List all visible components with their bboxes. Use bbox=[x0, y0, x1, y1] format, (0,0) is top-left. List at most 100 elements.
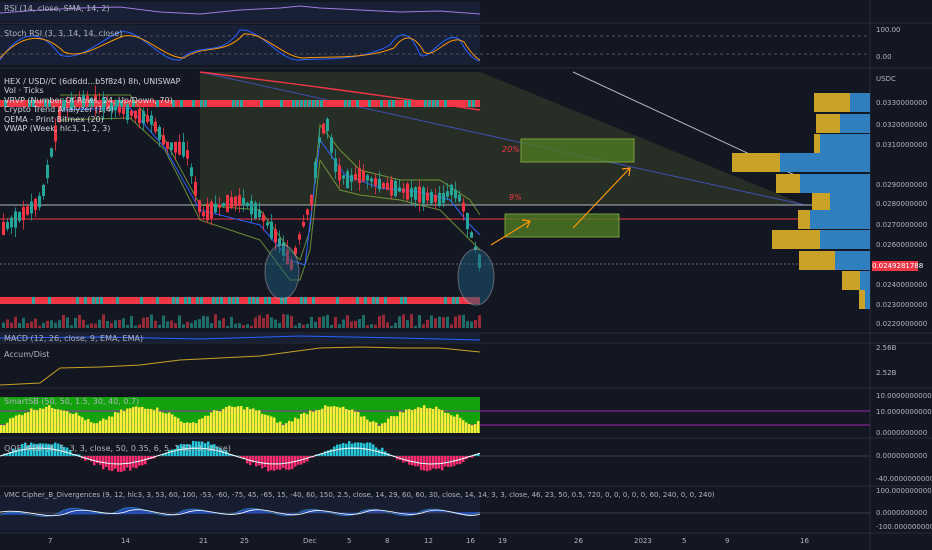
smartsb-bar bbox=[225, 407, 228, 433]
volume-bar bbox=[202, 315, 205, 328]
smartsb-bar bbox=[285, 423, 288, 433]
volume-bar bbox=[314, 321, 317, 328]
band-segment bbox=[444, 100, 447, 107]
candle-body bbox=[318, 137, 321, 143]
candle-body bbox=[334, 158, 337, 172]
smartsb-bar bbox=[33, 409, 36, 433]
candle-body bbox=[254, 202, 257, 219]
volume-bar bbox=[250, 325, 253, 328]
price-tick: 0.0330000000 bbox=[876, 99, 928, 107]
volume-bar bbox=[166, 321, 169, 328]
qqe-bar bbox=[381, 447, 384, 456]
band-segment bbox=[364, 297, 367, 304]
volume-bar bbox=[378, 316, 381, 328]
candle-body bbox=[278, 238, 281, 246]
volume-bar bbox=[302, 324, 305, 328]
band-segment bbox=[372, 297, 375, 304]
date-tick: 5 bbox=[682, 537, 687, 545]
vrvp-down-bar bbox=[842, 271, 860, 290]
volume-bar bbox=[310, 316, 313, 328]
smartsb-bar bbox=[396, 416, 399, 433]
candle-body bbox=[386, 183, 389, 190]
volume-bar bbox=[82, 319, 85, 328]
volume-bar bbox=[438, 316, 441, 328]
macd-label[interactable]: MACD (12, 26, close, 9, EMA, EMA) bbox=[4, 334, 143, 343]
smartsb-bar bbox=[318, 409, 321, 433]
vmc-label[interactable]: VMC Cipher_B_Divergences (9, 12, hlc3, 3… bbox=[4, 491, 715, 499]
smartsb-bar bbox=[330, 406, 333, 433]
band-segment bbox=[180, 100, 183, 107]
candle-body bbox=[354, 174, 357, 180]
qqe-axis-neg: -40.0000000000 bbox=[876, 475, 932, 483]
candle-body bbox=[310, 194, 313, 206]
accum-axis-top: 2.56B bbox=[876, 344, 897, 352]
volume-bar bbox=[286, 314, 289, 328]
chart-window: { "symbol": "HEX / USD//C (6d6dd...b5f8z… bbox=[0, 0, 932, 550]
date-tick: 8 bbox=[385, 537, 390, 545]
volume-bar bbox=[430, 315, 433, 328]
band-segment bbox=[300, 297, 303, 304]
qqe-bar bbox=[405, 456, 408, 462]
volume-bar bbox=[106, 320, 109, 328]
smartsb-bar bbox=[189, 422, 192, 433]
smartsb-bar bbox=[237, 406, 240, 433]
band-segment bbox=[392, 100, 395, 107]
band-segment bbox=[212, 297, 215, 304]
indicator-qema[interactable]: QEMA - Print Bitmex (20) bbox=[4, 115, 173, 125]
smartsb-bar bbox=[279, 421, 282, 433]
candle-body bbox=[346, 171, 349, 189]
date-tick: 12 bbox=[424, 537, 433, 545]
band-segment bbox=[196, 297, 199, 304]
smartsb-bar bbox=[339, 407, 342, 433]
volume-bar bbox=[382, 314, 385, 328]
volume-bar bbox=[10, 322, 13, 328]
volume-bar bbox=[234, 323, 237, 328]
stoch-rsi-label[interactable]: Stoch RSI (3, 3, 14, 14, close) bbox=[4, 29, 122, 38]
symbol-title[interactable]: HEX / USD//C (6d6dd...b5f8z4) 8h, UNISWA… bbox=[4, 77, 180, 86]
volume-bar bbox=[222, 318, 225, 328]
candle-body bbox=[174, 141, 177, 153]
smartsb-bar bbox=[252, 408, 255, 433]
volume-bar bbox=[150, 314, 153, 328]
smartsb-bar bbox=[426, 408, 429, 433]
indicator-vol[interactable]: Vol · Ticks bbox=[4, 86, 173, 96]
candle-body bbox=[442, 192, 445, 204]
smartsb-label[interactable]: SmartSB (50, 50, 1.5, 30, 40, 0.7) bbox=[4, 397, 139, 406]
vmc-axis-zero: 0.0000000000 bbox=[876, 509, 928, 517]
volume-bar bbox=[42, 322, 45, 328]
accum-label[interactable]: Accum/Dist bbox=[4, 350, 49, 359]
qqe-label[interactable]: QQE MOD (6, 5, 3, 3, close, 50, 0.35, 6,… bbox=[4, 444, 231, 453]
smartsb-bar bbox=[57, 409, 60, 433]
volume-bar bbox=[318, 317, 321, 328]
band-segment bbox=[200, 100, 203, 107]
band-segment bbox=[308, 100, 311, 107]
volume-bar bbox=[478, 315, 481, 328]
smartsb-bar bbox=[9, 418, 12, 433]
indicator-vwap[interactable]: VWAP (Week, hlc3, 1, 2, 3) bbox=[4, 124, 173, 134]
vrvp-down-bar bbox=[812, 193, 830, 212]
date-tick: 21 bbox=[199, 537, 208, 545]
candle-body bbox=[206, 203, 209, 221]
vrvp-down-bar bbox=[772, 230, 820, 249]
vrvp-up-bar bbox=[860, 271, 870, 290]
band-segment bbox=[424, 100, 427, 107]
candle-body bbox=[458, 194, 461, 202]
candle-body bbox=[170, 142, 173, 150]
candle-body bbox=[198, 200, 201, 213]
smartsb-bar bbox=[126, 408, 129, 433]
smartsb-bar bbox=[54, 409, 57, 433]
volume-bar bbox=[410, 314, 413, 328]
volume-bar bbox=[86, 324, 89, 328]
smartsb-bar bbox=[84, 420, 87, 433]
smartsb-bar bbox=[120, 409, 123, 433]
smartsb-bar bbox=[474, 424, 477, 433]
vrvp-up-bar bbox=[810, 210, 870, 229]
smartsb-bar bbox=[99, 420, 102, 433]
smartsb-bar bbox=[354, 411, 357, 433]
indicator-trend[interactable]: Crypto Trend Analyzer (1,4) bbox=[4, 105, 173, 115]
volume-bar bbox=[70, 325, 73, 328]
indicator-vrvp[interactable]: VRVP (Number Of Rows, 24, Up/Down, 70) bbox=[4, 96, 173, 106]
date-tick: 19 bbox=[498, 537, 507, 545]
candle-body bbox=[438, 192, 441, 207]
rsi-label[interactable]: RSI (14, close, SMA, 14, 2) bbox=[4, 4, 110, 13]
